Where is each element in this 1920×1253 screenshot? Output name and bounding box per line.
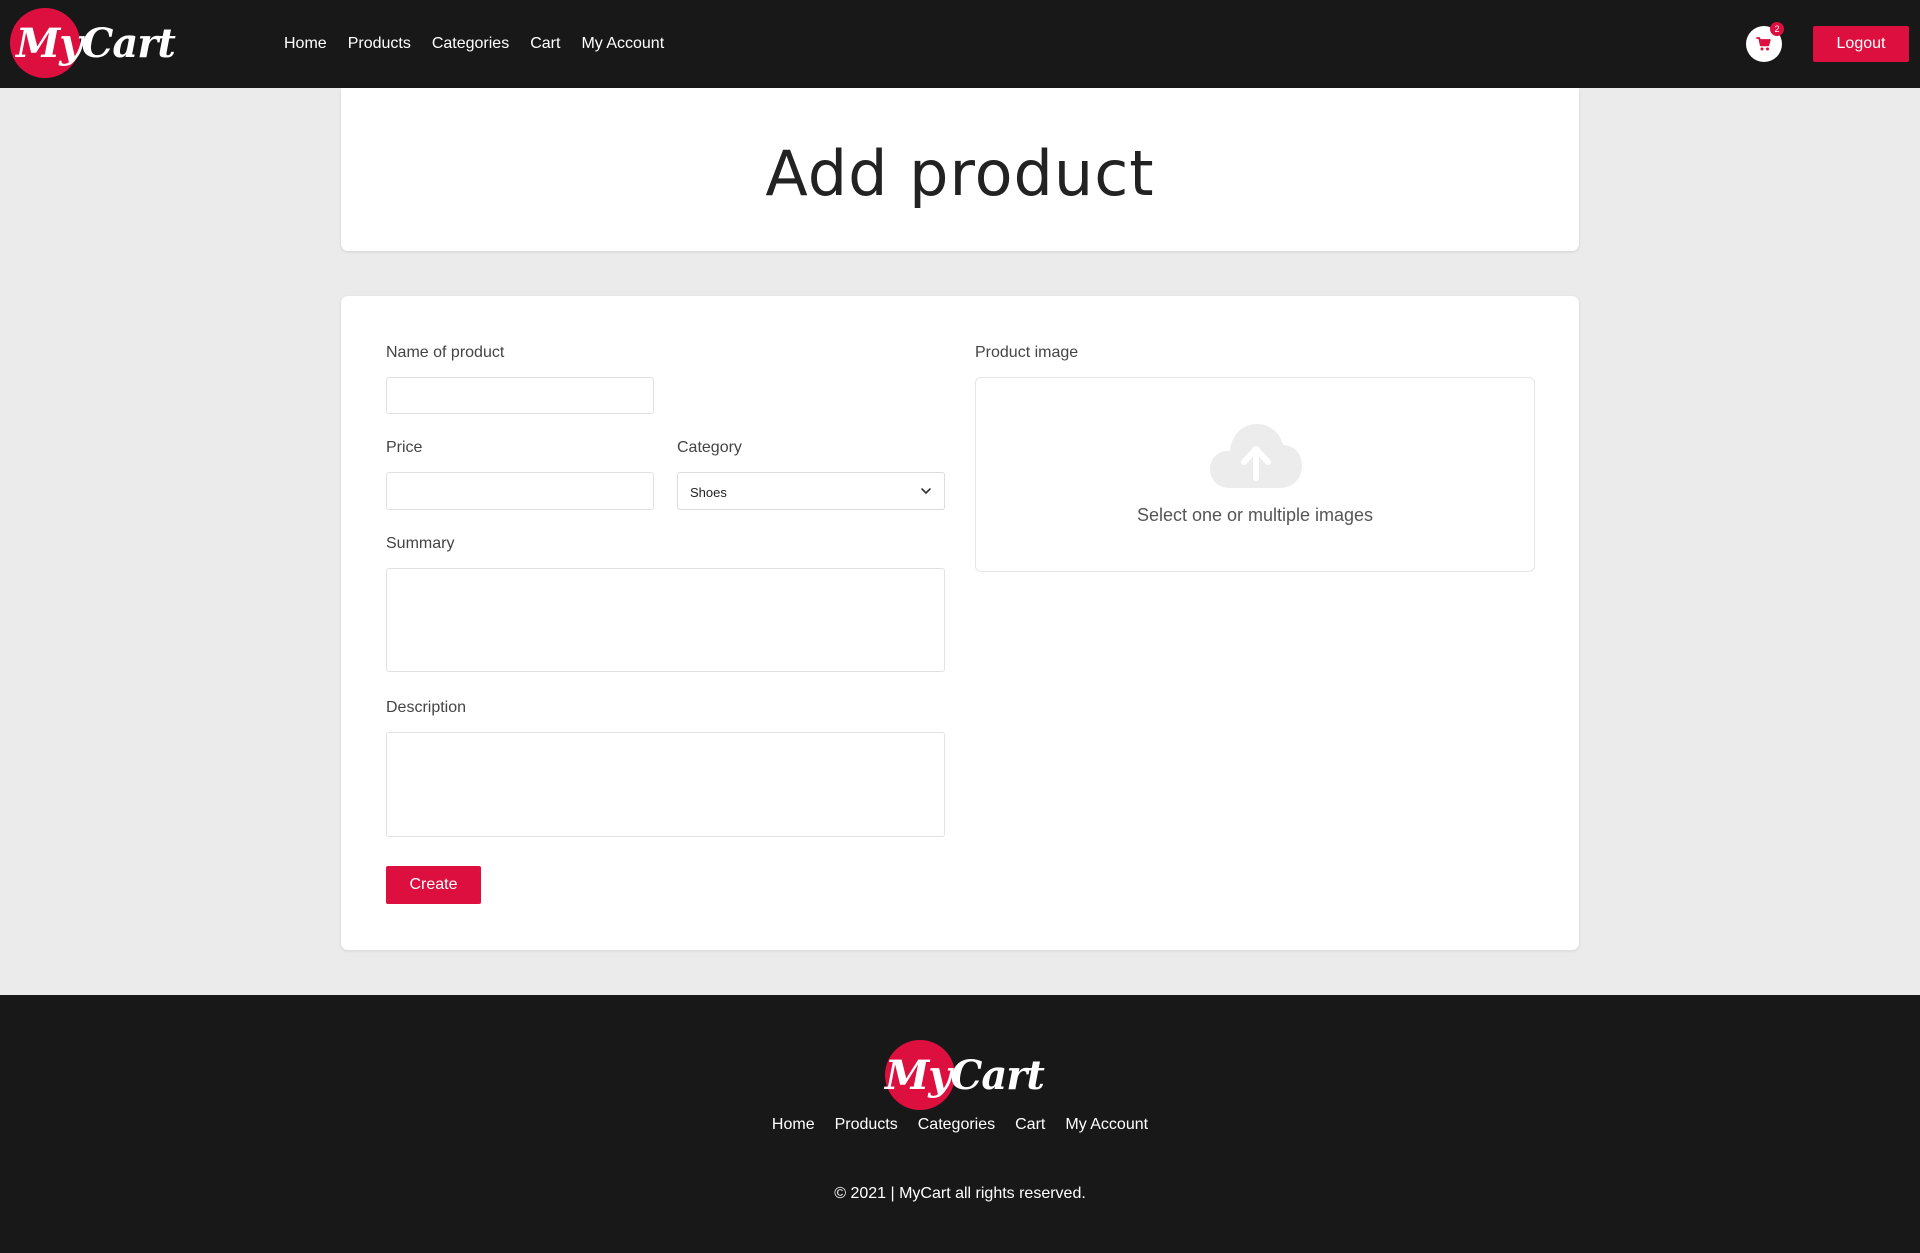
summary-label: Summary — [386, 535, 455, 552]
footer-link-my-account[interactable]: My Account — [1065, 1116, 1148, 1134]
page-title-card: Add product — [341, 88, 1579, 251]
footer-brand-logo[interactable]: MyCart — [885, 1040, 1045, 1112]
price-label: Price — [386, 439, 423, 456]
nav-link-home[interactable]: Home — [284, 35, 327, 53]
footer-link-cart[interactable]: Cart — [1015, 1116, 1045, 1134]
nav-link-products[interactable]: Products — [348, 35, 411, 53]
logout-button[interactable]: Logout — [1813, 26, 1909, 62]
footer: MyCart Home Products Categories Cart My … — [0, 995, 1920, 1253]
category-label: Category — [677, 439, 742, 456]
footer-link-categories[interactable]: Categories — [918, 1116, 995, 1134]
product-name-input[interactable] — [386, 377, 654, 414]
nav-link-cart[interactable]: Cart — [530, 35, 560, 53]
create-button[interactable]: Create — [386, 866, 481, 904]
price-input[interactable] — [386, 472, 654, 510]
summary-textarea[interactable] — [386, 568, 945, 672]
cart-count-badge: 2 — [1770, 22, 1784, 36]
image-dropzone[interactable]: Select one or multiple images — [975, 377, 1535, 572]
add-product-form: Name of product Price Category Shoes Sum… — [341, 296, 1579, 950]
footer-logo-wordmark: MyCart — [885, 1052, 1045, 1099]
product-image-label: Product image — [975, 344, 1079, 361]
nav-link-my-account[interactable]: My Account — [581, 35, 664, 53]
footer-nav: Home Products Categories Cart My Account — [0, 1105, 1920, 1145]
footer-link-home[interactable]: Home — [772, 1116, 815, 1134]
category-select[interactable]: Shoes — [677, 472, 945, 510]
shopping-cart-icon — [1756, 37, 1771, 51]
cart-button[interactable]: 2 — [1746, 22, 1784, 62]
logo-wordmark: MyCart — [16, 20, 176, 67]
footer-link-products[interactable]: Products — [835, 1116, 898, 1134]
main-nav: Home Products Categories Cart My Account — [284, 0, 685, 88]
brand-logo[interactable]: MyCart — [10, 8, 176, 80]
page-title: Add product — [765, 137, 1155, 210]
upload-hint: Select one or multiple images — [1136, 505, 1374, 525]
category-selected-value: Shoes — [690, 485, 727, 500]
nav-link-categories[interactable]: Categories — [432, 35, 509, 53]
cloud-upload-icon — [1210, 424, 1302, 488]
top-navbar: MyCart Home Products Categories Cart My … — [0, 0, 1920, 88]
description-label: Description — [386, 699, 467, 716]
chevron-down-icon — [921, 488, 931, 494]
description-textarea[interactable] — [386, 732, 945, 837]
copyright-text: © 2021 | MyCart all rights reserved. — [834, 1185, 1086, 1202]
product-name-label: Name of product — [386, 344, 505, 361]
